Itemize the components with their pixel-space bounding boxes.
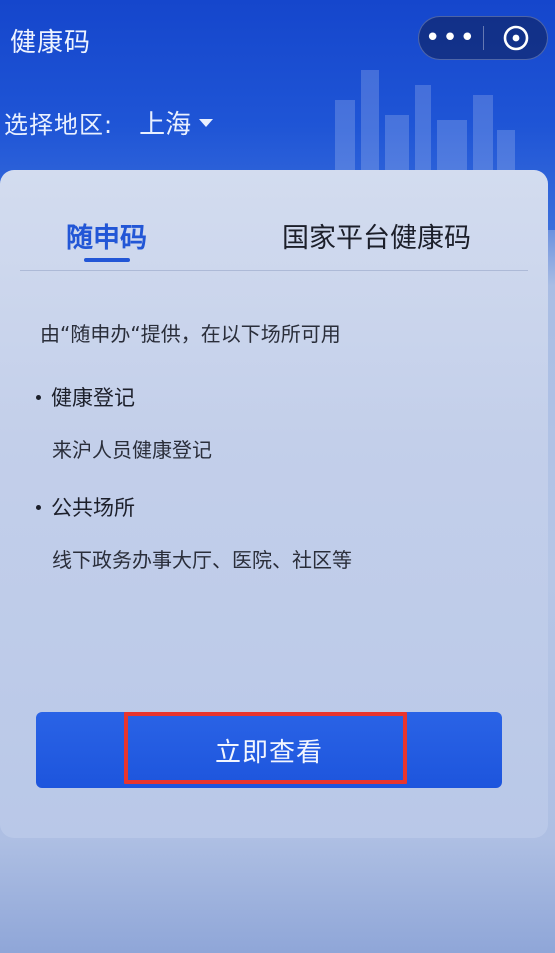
tab-national-health-code[interactable]: 国家平台健康码	[282, 216, 471, 255]
more-dots-icon: •••	[424, 23, 477, 53]
app-title: 健康码	[10, 28, 92, 58]
tab-bar: 随申码 国家平台健康码	[20, 170, 528, 270]
city-skyline-decoration	[335, 70, 515, 180]
region-selector[interactable]: 选择地区: 上海	[4, 104, 214, 141]
section-desc: 线下政务办事大厅、医院、社区等	[52, 548, 352, 572]
section-title: 健康登记	[51, 386, 135, 410]
tab-suishenma[interactable]: 随申码	[66, 216, 147, 255]
close-mini-program-button[interactable]	[484, 17, 547, 59]
more-menu-button[interactable]: •••	[419, 17, 483, 59]
section-desc: 来沪人员健康登记	[52, 438, 212, 462]
section-public-places: 公共场所 线下政务办事大厅、医院、社区等	[36, 492, 352, 573]
view-now-button[interactable]: 立即查看	[36, 712, 502, 788]
health-code-card: 随申码 国家平台健康码 由“随申办“提供，在以下场所可用 健康登记 来沪人员健康…	[0, 170, 548, 838]
close-circle-icon	[503, 25, 528, 51]
region-value: 上海	[139, 110, 192, 140]
bullet-icon	[36, 394, 41, 400]
availability-intro: 由“随申办“提供，在以下场所可用	[40, 322, 341, 346]
mini-program-capsule: •••	[418, 16, 548, 60]
section-health-registration: 健康登记 来沪人员健康登记	[36, 382, 212, 463]
section-title: 公共场所	[51, 496, 135, 520]
bullet-icon	[36, 504, 41, 510]
caret-down-icon	[199, 118, 214, 127]
tab-divider	[20, 270, 528, 271]
active-tab-indicator	[84, 258, 130, 262]
region-label: 选择地区:	[4, 111, 114, 139]
